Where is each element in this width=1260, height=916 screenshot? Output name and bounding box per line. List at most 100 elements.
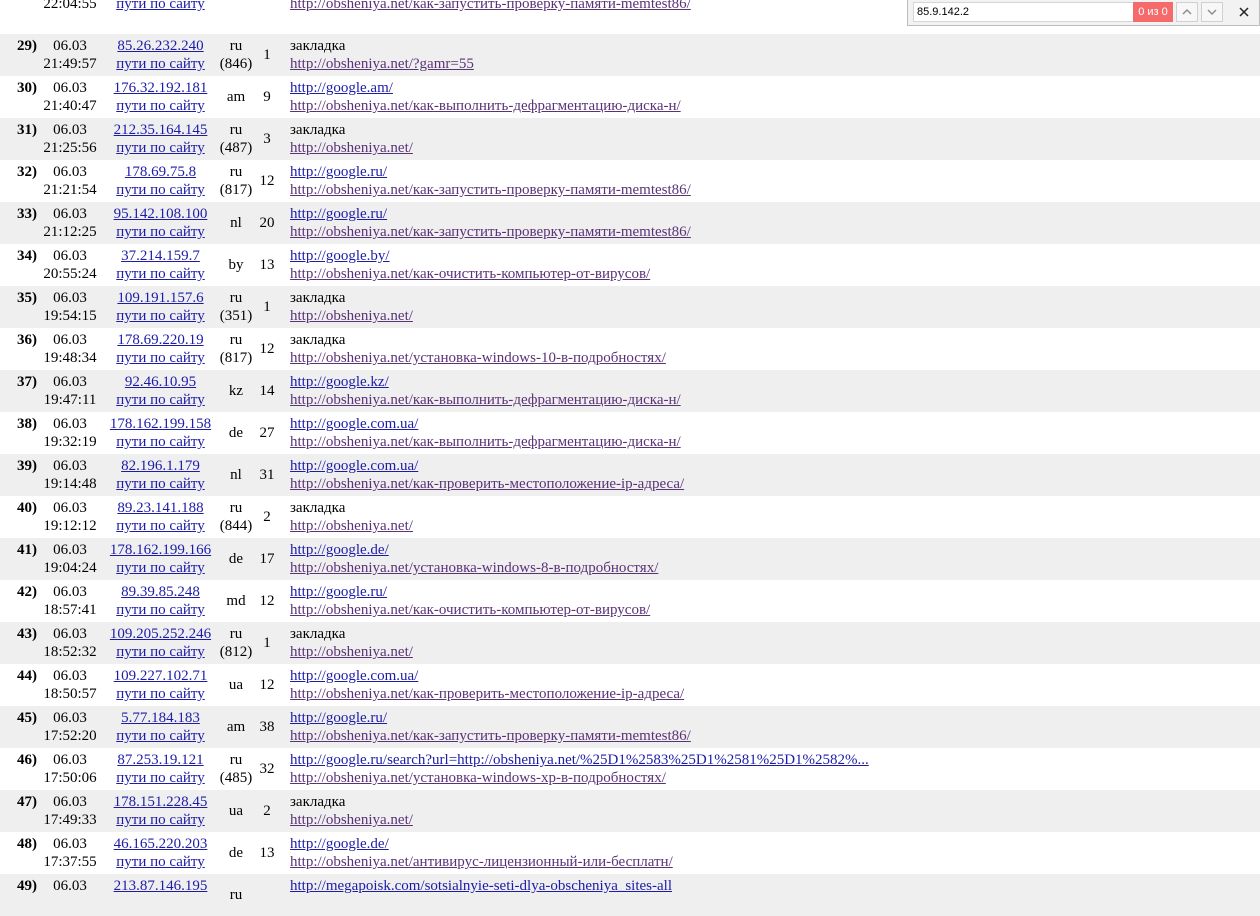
ip-address-link[interactable]: 89.23.141.188 <box>103 499 218 517</box>
site-paths-link[interactable]: пути по сайту <box>103 601 218 619</box>
referrer-link[interactable]: http://google.de/ <box>290 541 1260 559</box>
referrer-link[interactable]: http://google.ru/ <box>290 583 1260 601</box>
site-paths-link[interactable]: пути по сайту <box>103 433 218 451</box>
site-paths-link[interactable]: пути по сайту <box>103 391 218 409</box>
landing-page-link[interactable]: http://obsheniya.net/ <box>290 139 1260 157</box>
landing-page-link[interactable]: http://obsheniya.net/как-запустить-прове… <box>290 181 1260 199</box>
row-number-cell: 36) <box>0 328 37 370</box>
site-paths-link[interactable]: пути по сайту <box>103 727 218 745</box>
landing-page-link[interactable]: http://obsheniya.net/установка-windows-8… <box>290 559 1260 577</box>
ip-address-link[interactable]: 178.151.228.45 <box>103 793 218 811</box>
datetime-cell: 06.03 17:37:55 <box>37 832 103 874</box>
site-paths-link[interactable]: пути по сайту <box>103 97 218 115</box>
ip-address-link[interactable]: 85.26.232.240 <box>103 37 218 55</box>
referrer-link[interactable]: http://google.by/ <box>290 247 1260 265</box>
landing-page-link[interactable]: http://obsheniya.net/как-очистить-компью… <box>290 265 1260 283</box>
referrer-link[interactable]: http://google.am/ <box>290 79 1260 97</box>
referrer-link[interactable]: http://google.com.ua/ <box>290 667 1260 685</box>
landing-page-link[interactable]: http://obsheniya.net/как-выполнить-дефра… <box>290 433 1260 451</box>
table-row: 40) 06.03 19:12:12 89.23.141.188 пути по сай… <box>0 496 1260 538</box>
referrer-link[interactable]: http://google.de/ <box>290 835 1260 853</box>
referrer-cell: http://google.com.ua/http://obsheniya.ne… <box>280 454 1260 496</box>
landing-page-link[interactable]: http://obsheniya.net/как-выполнить-дефра… <box>290 97 1260 115</box>
ip-address-link[interactable]: 89.39.85.248 <box>103 583 218 601</box>
site-paths-link[interactable]: пути по сайту <box>103 55 218 73</box>
ip-address-link[interactable]: 5.77.184.183 <box>103 709 218 727</box>
landing-page-link[interactable]: http://obsheniya.net/как-очистить-компью… <box>290 601 1260 619</box>
site-paths-link[interactable]: пути по сайту <box>103 181 218 199</box>
landing-page-link[interactable]: http://obsheniya.net/?gamr=55 <box>290 55 1260 73</box>
referrer-link[interactable]: http://google.ru/ <box>290 163 1260 181</box>
ip-address-link[interactable]: 37.214.159.7 <box>103 247 218 265</box>
referrer-link[interactable]: http://megapoisk.com/sotsialnyie-seti-dl… <box>290 877 1260 895</box>
ip-cell: 89.23.141.188 пути по сайту <box>103 496 218 538</box>
landing-page-link[interactable]: http://obsheniya.net/установка-windows-1… <box>290 349 1260 367</box>
table-row: 48) 06.03 17:37:55 46.165.220.203 пути по са… <box>0 832 1260 874</box>
find-prev-button[interactable] <box>1176 2 1198 22</box>
find-close-button[interactable] <box>1232 1 1256 23</box>
referrer-link[interactable]: http://google.ru/ <box>290 205 1260 223</box>
row-number: 42) <box>17 584 37 600</box>
ip-address-link[interactable]: 178.69.75.8 <box>103 163 218 181</box>
landing-page-link[interactable]: http://obsheniya.net/ <box>290 811 1260 829</box>
landing-page-link[interactable]: http://obsheniya.net/как-проверить-место… <box>290 685 1260 703</box>
ip-address-link[interactable]: 92.46.10.95 <box>103 373 218 391</box>
site-paths-link[interactable]: пути по сайту <box>103 0 218 13</box>
landing-page-link[interactable]: http://obsheniya.net/как-запустить-прове… <box>290 223 1260 241</box>
table-row: 31) 06.03 21:25:56 212.35.164.145 пути по са… <box>0 118 1260 160</box>
site-paths-link[interactable]: пути по сайту <box>103 769 218 787</box>
referrer-link[interactable]: http://google.ru/ <box>290 709 1260 727</box>
visit-date: 06.03 <box>53 374 87 390</box>
site-paths-link[interactable]: пути по сайту <box>103 223 218 241</box>
landing-page-link[interactable]: http://obsheniya.net/антивирус-лицензион… <box>290 853 1260 871</box>
ip-address-link[interactable]: 109.227.102.71 <box>103 667 218 685</box>
site-paths-link[interactable]: пути по сайту <box>103 265 218 283</box>
site-paths-link[interactable]: пути по сайту <box>103 685 218 703</box>
ip-address-link[interactable]: 109.205.252.246 <box>103 625 218 643</box>
site-paths-link[interactable]: пути по сайту <box>103 811 218 829</box>
site-paths-link[interactable]: пути по сайту <box>103 559 218 577</box>
site-paths-link[interactable]: пути по сайту <box>103 349 218 367</box>
landing-page-link[interactable]: http://obsheniya.net/ <box>290 643 1260 661</box>
country-cell: ru (351) <box>218 286 254 328</box>
row-number-cell: 32) <box>0 160 37 202</box>
ip-address-link[interactable]: 82.196.1.179 <box>103 457 218 475</box>
ip-address-link[interactable]: 176.32.192.181 <box>103 79 218 97</box>
region-code: (485) <box>219 770 253 786</box>
landing-page-link[interactable]: http://obsheniya.net/как-запустить-прове… <box>290 727 1260 745</box>
site-paths-link[interactable]: пути по сайту <box>103 307 218 325</box>
find-next-button[interactable] <box>1201 2 1223 22</box>
landing-page-link[interactable]: http://obsheniya.net/как-выполнить-дефра… <box>290 391 1260 409</box>
country-cell: ru (844) <box>218 496 254 538</box>
landing-page-link[interactable]: http://obsheniya.net/ <box>290 307 1260 325</box>
ip-address-link[interactable]: 212.35.164.145 <box>103 121 218 139</box>
referrer-link[interactable]: http://google.ru/search?url=http://obshe… <box>290 751 1260 769</box>
ip-address-link[interactable]: 178.162.199.158 <box>103 415 218 433</box>
ip-address-link[interactable]: 178.69.220.19 <box>103 331 218 349</box>
landing-page-link[interactable]: http://obsheniya.net/установка-windows-x… <box>290 769 1260 787</box>
referrer-link[interactable]: http://google.com.ua/ <box>290 457 1260 475</box>
country-cell: nl <box>218 202 254 244</box>
ip-address-link[interactable]: 46.165.220.203 <box>103 835 218 853</box>
site-paths-link[interactable]: пути по сайту <box>103 475 218 493</box>
visit-count: 1 <box>263 635 271 651</box>
site-paths-link[interactable]: пути по сайту <box>103 853 218 871</box>
referrer-cell: закладка http://obsheniya.net/ <box>280 790 1260 832</box>
referrer-link[interactable]: http://google.kz/ <box>290 373 1260 391</box>
ip-address-link[interactable]: 87.253.19.121 <box>103 751 218 769</box>
site-paths-link[interactable]: пути по сайту <box>103 139 218 157</box>
landing-page-link[interactable]: http://obsheniya.net/ <box>290 517 1260 535</box>
visit-count-cell: 1 <box>254 34 280 76</box>
referrer-link[interactable]: http://google.com.ua/ <box>290 415 1260 433</box>
find-input[interactable] <box>913 2 1135 22</box>
ip-address-link[interactable]: 213.87.146.195 <box>103 877 218 895</box>
site-paths-link[interactable]: пути по сайту <box>103 517 218 535</box>
site-paths-link[interactable]: пути по сайту <box>103 643 218 661</box>
ip-address-link[interactable]: 109.191.157.6 <box>103 289 218 307</box>
row-number: 44) <box>17 668 37 684</box>
ip-address-link[interactable]: 178.162.199.166 <box>103 541 218 559</box>
ip-address-link[interactable]: 95.142.108.100 <box>103 205 218 223</box>
referrer-cell: закладка http://obsheniya.net/установка-w… <box>280 328 1260 370</box>
ip-cell: 5.77.184.183 пути по сайту <box>103 706 218 748</box>
landing-page-link[interactable]: http://obsheniya.net/как-проверить-место… <box>290 475 1260 493</box>
